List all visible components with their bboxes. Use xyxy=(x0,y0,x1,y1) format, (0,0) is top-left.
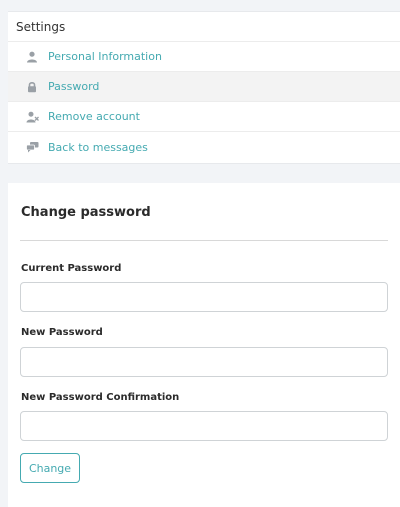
sidebar-item-label: Back to messages xyxy=(48,140,148,154)
current-password-label: Current Password xyxy=(21,263,122,274)
confirm-password-label: New Password Confirmation xyxy=(21,392,180,403)
change-button[interactable]: Change xyxy=(20,453,80,483)
new-password-label: New Password xyxy=(21,327,103,338)
remove-user-icon xyxy=(25,110,39,124)
settings-title: Settings xyxy=(8,12,400,42)
sidebar-item-label: Personal Information xyxy=(48,50,162,63)
new-password-input[interactable] xyxy=(20,347,388,377)
sidebar-item-remove-account[interactable]: Remove account xyxy=(8,102,400,132)
sidebar-item-personal-information[interactable]: Personal Information xyxy=(8,42,400,72)
lock-icon xyxy=(25,80,39,94)
sidebar-item-label: Remove account xyxy=(48,110,140,123)
user-icon xyxy=(25,50,39,64)
current-password-input[interactable] xyxy=(20,282,388,312)
sidebar-item-label: Password xyxy=(48,80,100,93)
settings-panel: Settings Personal Information Password R… xyxy=(8,11,400,164)
divider xyxy=(20,240,388,241)
change-password-card: Change password Current Password New Pas… xyxy=(8,183,400,507)
confirm-password-input[interactable] xyxy=(20,411,388,441)
sidebar-item-password[interactable]: Password xyxy=(8,72,400,102)
chat-bubbles-icon xyxy=(25,140,39,154)
sidebar-item-back-to-messages[interactable]: Back to messages xyxy=(8,132,400,162)
page-title: Change password xyxy=(21,205,151,220)
